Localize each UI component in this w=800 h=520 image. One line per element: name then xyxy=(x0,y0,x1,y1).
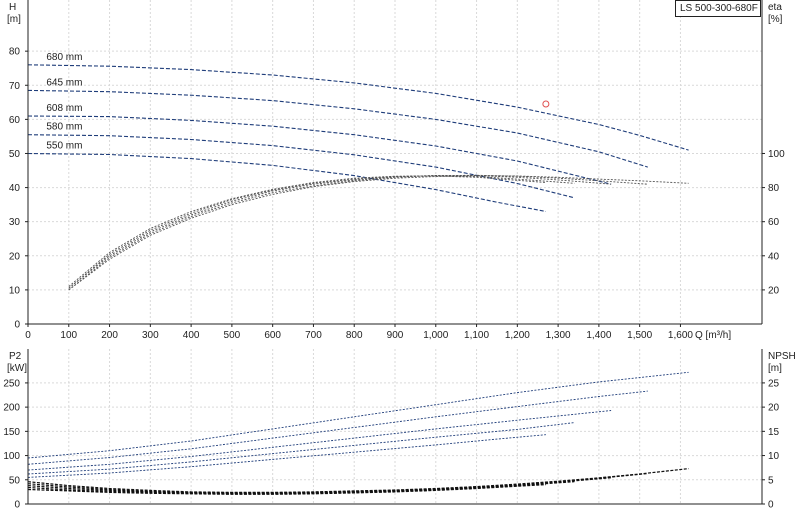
duty-point-marker xyxy=(542,100,550,108)
power-chart-left-tick-label: 50 xyxy=(9,475,21,486)
series-layer xyxy=(27,64,689,495)
power-chart-right-axis-unit: [m] xyxy=(768,363,782,374)
head-curve-608mm xyxy=(27,115,612,185)
curve-label-608mm: 608 mm xyxy=(46,103,82,114)
power-chart-left-tick-label: 100 xyxy=(3,451,20,462)
power-curve-680mm xyxy=(27,371,689,459)
head-chart-left-tick-label: 50 xyxy=(9,149,21,160)
x-tick-label: 600 xyxy=(264,330,281,341)
head-chart-left-axis-label: H xyxy=(9,2,16,13)
npsh-curve-680mm xyxy=(27,468,689,493)
x-tick-label: 1,400 xyxy=(586,330,611,341)
head-chart-left-tick-label: 10 xyxy=(9,285,21,296)
curve-label-645mm: 645 mm xyxy=(46,77,82,88)
x-axis-label: Q [m³/h] xyxy=(695,330,731,341)
eta-curve-550mm xyxy=(68,175,546,287)
power-chart-right-tick-label: 25 xyxy=(768,378,780,389)
x-tick-label: 1,200 xyxy=(505,330,530,341)
head-chart-right-axis-unit: [%] xyxy=(768,14,783,25)
x-tick-label: 1,300 xyxy=(546,330,571,341)
power-chart-right-axis-label: NPSH xyxy=(768,351,796,362)
power-chart-left-tick-label: 150 xyxy=(3,427,20,438)
power-chart-left-axis-label: P2 xyxy=(9,351,22,362)
head-chart-right-axis-label: eta xyxy=(768,2,782,13)
x-tick-label: 500 xyxy=(224,330,241,341)
head-chart-left-tick-label: 0 xyxy=(14,320,20,331)
head-chart-right-tick-label: 60 xyxy=(768,217,780,228)
head-chart-left-tick-label: 80 xyxy=(9,47,21,58)
x-tick-label: 900 xyxy=(387,330,404,341)
head-chart-left-tick-label: 70 xyxy=(9,81,21,92)
power-chart-right-tick-label: 10 xyxy=(768,451,780,462)
pump-performance-chart: 0102030405060708020406080100H[m]eta[%]0 1… xyxy=(3,0,796,511)
x-tick-label: 1,500 xyxy=(627,330,652,341)
power-chart-left-tick-label: 0 xyxy=(14,500,20,511)
eta-curve-645mm xyxy=(68,174,648,291)
x-tick-label: 100 xyxy=(60,330,77,341)
grid-layer xyxy=(27,0,762,505)
x-tick-label: 300 xyxy=(142,330,159,341)
x-tick-label: 1,100 xyxy=(464,330,489,341)
head-chart-left-tick-label: 40 xyxy=(9,183,21,194)
head-chart-left-axis-unit: [m] xyxy=(7,14,21,25)
power-chart-right-tick-label: 5 xyxy=(768,475,774,486)
x-tick-label: 0 xyxy=(25,330,31,341)
head-chart-right-tick-label: 20 xyxy=(768,285,780,296)
chart-title: LS 500-300-680F xyxy=(675,0,761,17)
head-chart-left-tick-label: 60 xyxy=(9,115,21,126)
power-chart-left-axis-unit: [kW] xyxy=(7,363,27,374)
x-tick-label: 1,600 xyxy=(668,330,693,341)
curve-label-550mm: 550 mm xyxy=(46,140,82,151)
power-chart-left-tick-label: 250 xyxy=(3,378,20,389)
curve-label-680mm: 680 mm xyxy=(46,52,82,63)
head-curve-550mm xyxy=(27,152,547,213)
power-chart-right-tick-label: 20 xyxy=(768,403,780,414)
x-tick-label: 1,000 xyxy=(423,330,448,341)
eta-curve-680mm xyxy=(68,175,689,291)
head-chart-right-tick-label: 100 xyxy=(768,149,785,160)
head-chart-right-tick-label: 40 xyxy=(768,251,780,262)
head-chart-right-tick-label: 80 xyxy=(768,183,780,194)
head-chart-left-tick-label: 30 xyxy=(9,217,21,228)
power-chart-left-tick-label: 200 xyxy=(3,403,20,414)
curve-label-580mm: 580 mm xyxy=(46,122,82,133)
eta-curve-580mm xyxy=(68,175,575,289)
x-tick-label: 200 xyxy=(101,330,118,341)
head-curve-680mm xyxy=(27,64,689,151)
x-tick-label: 800 xyxy=(346,330,363,341)
head-chart-left-tick-label: 20 xyxy=(9,251,21,262)
power-curve-645mm xyxy=(27,390,648,465)
power-chart-right-tick-label: 0 xyxy=(768,500,774,511)
power-chart-right-tick-label: 15 xyxy=(768,427,780,438)
x-tick-label: 400 xyxy=(183,330,200,341)
x-tick-label: 700 xyxy=(305,330,322,341)
power-curve-608mm xyxy=(27,410,612,471)
